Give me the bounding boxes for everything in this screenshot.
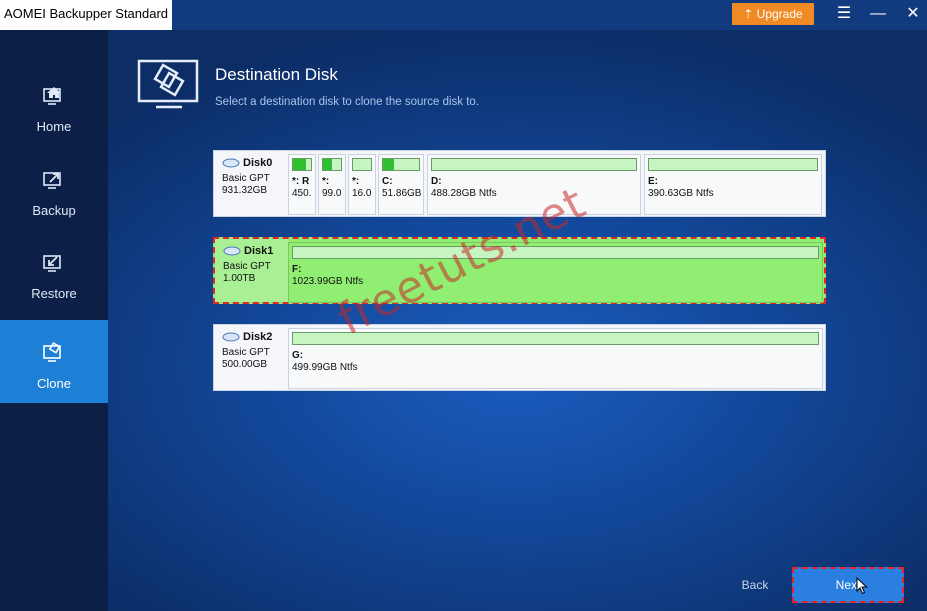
home-icon (43, 87, 61, 105)
sidebar-item-label: Home (36, 119, 72, 134)
disk-size: 931.32GB (222, 185, 268, 196)
app-title: AOMEI Backupper Standard (0, 0, 172, 30)
mouse-cursor-icon (856, 577, 868, 595)
partition-block[interactable]: *: 99.0 (318, 154, 346, 215)
page-title: Destination Disk (215, 65, 338, 84)
partition-block[interactable]: *: R 450. (288, 154, 316, 215)
minimize-icon[interactable]: — (867, 4, 889, 24)
partition-detail: 99.0 (322, 188, 342, 199)
partition-usage-fill (293, 159, 306, 170)
disk-icon (222, 332, 240, 342)
upgrade-icon: ⇡ (743, 7, 757, 21)
restore-icon (43, 255, 61, 272)
disk-type: Basic GPT (222, 173, 270, 184)
partition-usage-bar (382, 158, 420, 171)
partition-usage-fill (383, 159, 394, 170)
disk-size: 500.00GB (222, 359, 268, 370)
disk-icon (223, 246, 241, 256)
partition-usage-bar (431, 158, 637, 171)
back-button[interactable]: Back (728, 575, 782, 595)
sidebar-item-label: Backup (32, 203, 76, 218)
partition-label: D: (431, 176, 442, 187)
sidebar-item-home[interactable]: Home (0, 63, 108, 146)
disk-type: Basic GPT (222, 347, 270, 358)
disk-icon (222, 158, 240, 168)
title-bar: AOMEI Backupper Standard ⇡ Upgrade ☰ — ✕ (0, 0, 927, 30)
partition-label: G: (292, 350, 304, 361)
disk-type: Basic GPT (223, 261, 271, 272)
menu-icon[interactable]: ☰ (833, 4, 855, 24)
sidebar-item-backup[interactable]: Backup (0, 147, 108, 230)
partition-label: *: (322, 176, 330, 187)
disk-info: Disk2 Basic GPT 500.00GB (214, 325, 288, 390)
sidebar-item-clone[interactable]: Clone (0, 320, 108, 403)
partition-detail: 51.86GB (382, 188, 422, 199)
partition-usage-bar (292, 332, 819, 345)
partition-usage-bar (292, 158, 312, 171)
partition-block[interactable]: C: 51.86GB (378, 154, 424, 215)
partition-usage-bar (322, 158, 342, 171)
upgrade-button[interactable]: ⇡ Upgrade (732, 3, 814, 25)
destination-disk-icon (137, 59, 199, 109)
disk-name: Disk2 (243, 331, 273, 343)
sidebar-item-label: Clone (37, 376, 71, 391)
next-button[interactable]: Next (792, 567, 904, 603)
disk-name: Disk1 (244, 245, 274, 257)
disk-info: Disk1 Basic GPT 1.00TB (215, 239, 289, 302)
partition-label: *: R (292, 176, 310, 187)
clone-icon (43, 342, 61, 362)
sidebar: Home Backup Restore Clone (0, 30, 108, 611)
partition-detail: 499.99GB Ntfs (292, 362, 358, 373)
disk-name: Disk0 (243, 157, 273, 169)
partition-block[interactable]: *: 16.0 (348, 154, 376, 215)
partition-detail: 16.0 (352, 188, 372, 199)
page-subtitle: Select a destination disk to clone the s… (215, 96, 480, 108)
partition-block[interactable]: D: 488.28GB Ntfs (427, 154, 641, 215)
partition-label: *: (352, 176, 360, 187)
close-icon[interactable]: ✕ (902, 4, 924, 24)
main-panel (108, 30, 927, 611)
partition-block[interactable]: F: 1023.99GB Ntfs (288, 242, 823, 303)
partition-block[interactable]: G: 499.99GB Ntfs (288, 328, 823, 389)
partition-detail: 488.28GB Ntfs (431, 188, 497, 199)
partition-usage-fill (323, 159, 332, 170)
disk-info: Disk0 Basic GPT 931.32GB (214, 151, 288, 216)
backup-icon (43, 172, 61, 189)
disk-row-disk2[interactable]: Disk2 Basic GPT 500.00GB G: 499.99GB Ntf… (213, 324, 826, 391)
disk-row-disk1[interactable]: Disk1 Basic GPT 1.00TB F: 1023.99GB Ntfs (213, 237, 826, 304)
partition-detail: 390.63GB Ntfs (648, 188, 714, 199)
disk-size: 1.00TB (223, 273, 256, 284)
upgrade-label: Upgrade (756, 7, 803, 21)
sidebar-item-restore[interactable]: Restore (0, 230, 108, 313)
partition-usage-bar (648, 158, 818, 171)
partition-detail: 1023.99GB Ntfs (292, 276, 364, 287)
partition-label: E: (648, 176, 658, 187)
partition-block[interactable]: E: 390.63GB Ntfs (644, 154, 822, 215)
partition-label: C: (382, 176, 393, 187)
partition-usage-bar (292, 246, 819, 259)
disk-row-disk0[interactable]: Disk0 Basic GPT 931.32GB *: R 450. *: 99… (213, 150, 826, 217)
partition-label: F: (292, 264, 302, 275)
sidebar-item-label: Restore (31, 286, 77, 301)
partition-detail: 450. (292, 188, 312, 199)
partition-usage-bar (352, 158, 372, 171)
